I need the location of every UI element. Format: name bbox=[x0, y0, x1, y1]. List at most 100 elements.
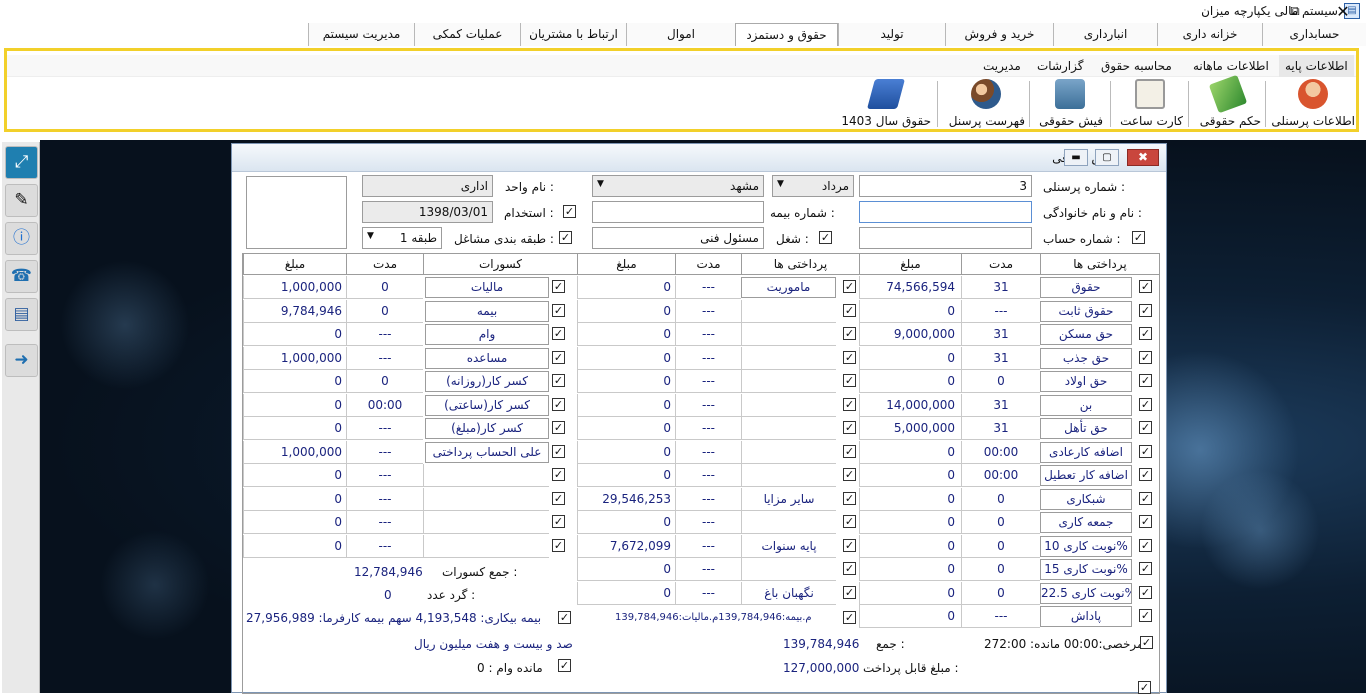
pay2-row-checkbox[interactable]: ✓ bbox=[843, 421, 856, 434]
pay-row-checkbox[interactable]: ✓ bbox=[1139, 303, 1152, 317]
pay-row-checkbox[interactable]: ✓ bbox=[1139, 609, 1152, 622]
unemployment-checkbox[interactable]: ✓ bbox=[558, 611, 571, 624]
pay-row-name: نوبت کاری 15% bbox=[1040, 559, 1132, 580]
subtab-monthly[interactable]: اطلاعات ماهانه bbox=[1187, 55, 1275, 77]
pay-row-checkbox[interactable]: ✓ bbox=[1139, 397, 1152, 411]
pay-row-checkbox[interactable]: ✓ bbox=[1139, 444, 1152, 458]
minimize-button[interactable]: ▬ bbox=[1064, 149, 1088, 166]
close-button[interactable]: ✕ bbox=[1330, 2, 1356, 22]
pay2-row-checkbox[interactable]: ✓ bbox=[843, 515, 856, 528]
pay-row-checkbox[interactable]: ✓ bbox=[1139, 421, 1152, 434]
deduction-row-checkbox[interactable]: ✓ bbox=[552, 374, 565, 387]
tab-production[interactable]: تولید bbox=[838, 23, 945, 46]
tab-support[interactable]: عملیات کمکی bbox=[414, 23, 520, 46]
deduction-row-checkbox[interactable]: ✓ bbox=[552, 515, 565, 528]
pay2-row-checkbox[interactable]: ✓ bbox=[843, 611, 856, 624]
pay2-row-checkbox[interactable]: ✓ bbox=[843, 350, 856, 364]
pay2-row-checkbox[interactable]: ✓ bbox=[843, 303, 856, 317]
personnel-no-input[interactable]: 3 bbox=[859, 175, 1032, 197]
pay2-row-checkbox[interactable]: ✓ bbox=[843, 538, 856, 552]
pay2-row-checkbox[interactable]: ✓ bbox=[843, 562, 856, 575]
insurance-input[interactable] bbox=[592, 201, 764, 223]
window-close-button[interactable]: ✖ bbox=[1127, 149, 1159, 166]
deduction-row-checkbox[interactable]: ✓ bbox=[552, 421, 565, 434]
hire-date-input[interactable]: 1398/03/01 bbox=[362, 201, 493, 223]
pay2-row-checkbox[interactable]: ✓ bbox=[843, 280, 856, 293]
deduction-row-checkbox[interactable]: ✓ bbox=[552, 468, 565, 481]
pay2-row-checkbox[interactable]: ✓ bbox=[843, 397, 856, 411]
tab-treasury[interactable]: خزانه داری bbox=[1157, 23, 1262, 46]
deduction-row-checkbox[interactable]: ✓ bbox=[552, 491, 565, 505]
deduction-row-checkbox[interactable]: ✓ bbox=[552, 303, 565, 317]
class-select[interactable]: طبقه 1 bbox=[362, 227, 442, 249]
pay2-row-checkbox[interactable]: ✓ bbox=[843, 468, 856, 481]
deduction-row-checkbox[interactable]: ✓ bbox=[552, 280, 565, 293]
subtab-calc[interactable]: محاسبه حقوق bbox=[1095, 55, 1178, 77]
pay2-row-checkbox[interactable]: ✓ bbox=[843, 491, 856, 505]
deduction-row-checkbox[interactable]: ✓ bbox=[552, 327, 565, 340]
pay2-row-checkbox[interactable]: ✓ bbox=[843, 444, 856, 458]
pay-row-checkbox[interactable]: ✓ bbox=[1139, 374, 1152, 387]
payslip-button[interactable]: فیش حقوقی bbox=[1033, 79, 1103, 129]
bottom-checkbox[interactable]: ✓ bbox=[1138, 681, 1151, 694]
sum-label: جمع : bbox=[876, 637, 905, 651]
name-input[interactable] bbox=[859, 201, 1032, 223]
deduction-row-checkbox[interactable]: ✓ bbox=[552, 397, 565, 411]
month-select[interactable]: مرداد bbox=[772, 175, 854, 197]
account-checkbox[interactable]: ✓ bbox=[1132, 231, 1145, 244]
tab-assets[interactable]: اموال bbox=[626, 23, 735, 46]
tab-payroll[interactable]: حقوق و دستمزد bbox=[735, 23, 838, 46]
tab-accounting[interactable]: حسابداری bbox=[1262, 23, 1366, 46]
pay-row-checkbox[interactable]: ✓ bbox=[1139, 562, 1152, 575]
expand-icon[interactable]: ⤢ bbox=[5, 146, 38, 179]
subtab-management[interactable]: مدیریت bbox=[977, 55, 1027, 77]
timecard-button[interactable]: کارت ساعت bbox=[1115, 79, 1183, 129]
pay-row-amount: 0 bbox=[859, 300, 959, 323]
tab-system[interactable]: مدیریت سیستم bbox=[308, 23, 414, 46]
pay-row-checkbox[interactable]: ✓ bbox=[1139, 280, 1152, 293]
subtab-base-info[interactable]: اطلاعات پایه bbox=[1279, 55, 1354, 77]
notes-icon[interactable]: ▤ bbox=[5, 298, 38, 331]
personnel-list-button[interactable]: فهرست پرسنل bbox=[943, 79, 1025, 129]
pay-row-amount: 9,000,000 bbox=[859, 323, 959, 346]
phone-icon[interactable]: ☎ bbox=[5, 260, 38, 293]
pay-row-checkbox[interactable]: ✓ bbox=[1139, 585, 1152, 599]
deduction-row-checkbox[interactable]: ✓ bbox=[552, 538, 565, 552]
deduction-row-checkbox[interactable]: ✓ bbox=[552, 444, 565, 458]
pay-row-amount: 0 bbox=[859, 488, 959, 511]
salary-year-button[interactable]: حقوق سال 1403 bbox=[839, 79, 931, 129]
logout-icon[interactable]: ➜ bbox=[5, 344, 38, 377]
maximize-button[interactable]: ▢ bbox=[1095, 149, 1119, 166]
tab-sales[interactable]: خرید و فروش bbox=[945, 23, 1053, 46]
city-select[interactable]: مشهد bbox=[592, 175, 764, 197]
pay-row-checkbox[interactable]: ✓ bbox=[1139, 491, 1152, 505]
wand-icon[interactable]: ✎ bbox=[5, 184, 38, 217]
subtab-reports[interactable]: گزارشات bbox=[1031, 55, 1089, 77]
tab-warehouse[interactable]: انبارداری bbox=[1053, 23, 1157, 46]
class-checkbox[interactable]: ✓ bbox=[559, 231, 572, 244]
info-icon[interactable]: ⓘ bbox=[5, 222, 38, 255]
leave-checkbox[interactable]: ✓ bbox=[1140, 636, 1153, 649]
personnel-info-button[interactable]: اطلاعات پرسنلی bbox=[1269, 79, 1355, 129]
pay-row-checkbox[interactable]: ✓ bbox=[1139, 468, 1152, 481]
deduction-row-checkbox[interactable]: ✓ bbox=[552, 350, 565, 364]
decree-button[interactable]: حکم حقوقی bbox=[1193, 74, 1261, 129]
pay-row-checkbox[interactable]: ✓ bbox=[1139, 327, 1152, 340]
pay2-row-checkbox[interactable]: ✓ bbox=[843, 585, 856, 599]
job-input[interactable]: مسئول فنی bbox=[592, 227, 764, 249]
restore-button[interactable]: ⧉ bbox=[1282, 2, 1308, 22]
tab-crm[interactable]: ارتباط با مشتریان bbox=[520, 23, 626, 46]
pay-row-checkbox[interactable]: ✓ bbox=[1139, 350, 1152, 364]
pay2-row-amount: 0 bbox=[577, 558, 675, 581]
pay-row-checkbox[interactable]: ✓ bbox=[1139, 538, 1152, 552]
pay2-row-checkbox[interactable]: ✓ bbox=[843, 374, 856, 387]
pay-row-name: جمعه کاری bbox=[1040, 512, 1132, 533]
pay2-row-amount: 0 bbox=[577, 299, 675, 323]
account-input[interactable] bbox=[859, 227, 1032, 249]
deduction-row-amount: 1,000,000 bbox=[243, 276, 346, 299]
pay-row-checkbox[interactable]: ✓ bbox=[1139, 515, 1152, 528]
pay2-row-checkbox[interactable]: ✓ bbox=[843, 327, 856, 340]
job-checkbox[interactable]: ✓ bbox=[819, 231, 832, 244]
loan-checkbox[interactable]: ✓ bbox=[558, 659, 571, 672]
hire-checkbox[interactable]: ✓ bbox=[563, 205, 576, 218]
